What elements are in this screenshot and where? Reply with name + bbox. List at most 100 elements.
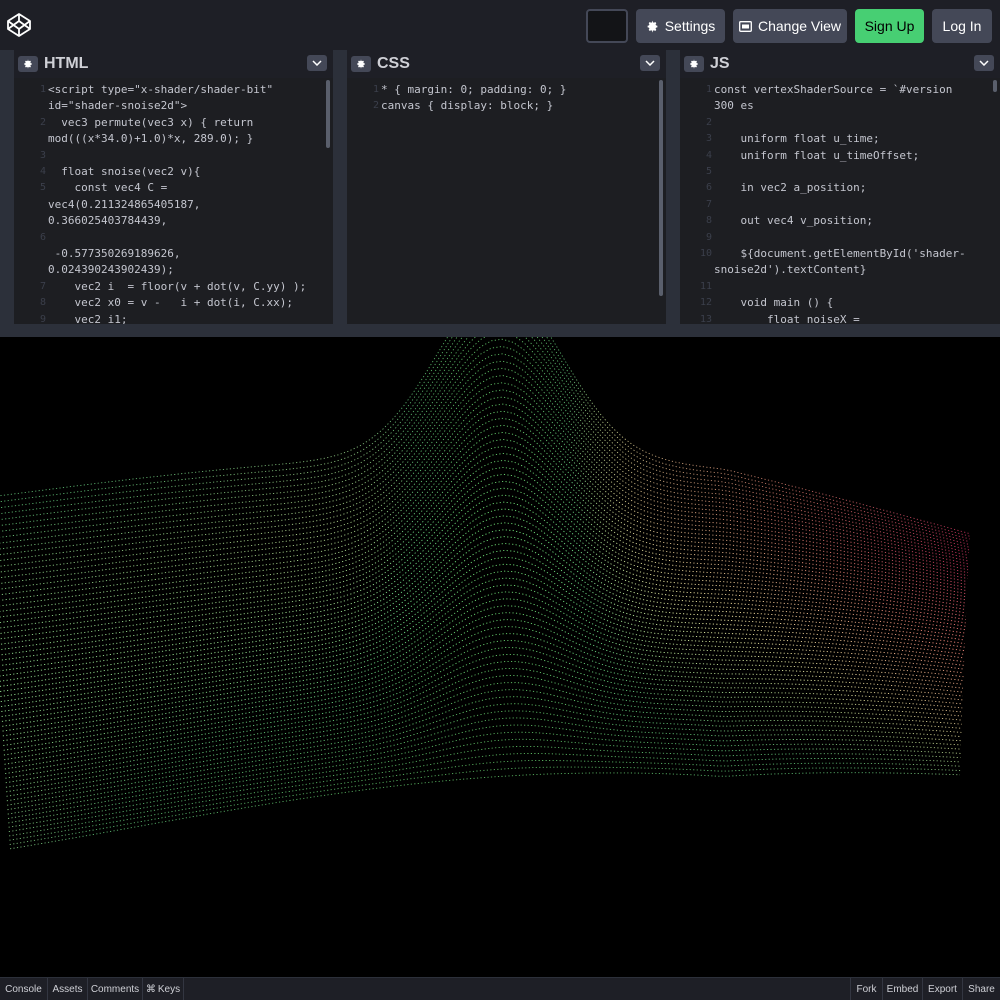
wave-line xyxy=(0,543,965,697)
js-code-line: uniform float u_timeOffset; xyxy=(714,148,920,162)
js-code-line: out vec4 v_position; xyxy=(714,214,873,228)
html-editor-header: HTML xyxy=(14,50,333,78)
js-editor-title: JS xyxy=(710,55,730,72)
avatar-placeholder-button[interactable] xyxy=(586,9,628,43)
wave-line xyxy=(0,438,968,618)
css-scrollbar[interactable] xyxy=(659,80,663,296)
js-code-line: 300 es xyxy=(714,99,754,113)
html-code-line: vec2 x0 = v - i + dot(i, C.xx); xyxy=(48,296,294,310)
html-line-number: 5 xyxy=(39,182,46,194)
keys-label: Keys xyxy=(157,984,181,995)
wave-line xyxy=(0,452,967,629)
html-code-line: 0.024390243902439); xyxy=(48,263,174,277)
css-editor-header: CSS xyxy=(347,50,666,78)
log-in-button[interactable]: Log In xyxy=(932,9,992,43)
wave-line xyxy=(9,766,961,845)
embed-button[interactable]: Embed xyxy=(882,978,922,1000)
wave-line xyxy=(0,459,967,634)
css-settings-gear-icon[interactable] xyxy=(351,56,371,72)
html-line-number: 3 xyxy=(39,149,46,161)
export-label: Export xyxy=(928,984,957,995)
noise-wave-canvas xyxy=(0,337,971,850)
command-key-icon: ⌘ xyxy=(145,984,156,995)
html-settings-gear-icon[interactable] xyxy=(18,56,38,72)
html-editor-panel: HTML 1 <script type="x-shader/shader-bit"… xyxy=(14,50,333,324)
wave-line xyxy=(4,647,963,770)
wave-line xyxy=(0,396,968,584)
result-preview[interactable] xyxy=(0,337,1000,977)
css-code-line: canvas { display: block; } xyxy=(381,99,554,113)
wave-line xyxy=(0,466,967,640)
wave-line xyxy=(5,661,963,779)
js-line-number: 8 xyxy=(705,215,712,227)
js-code-line: ${document.getElementById('shader- xyxy=(714,247,966,260)
export-button[interactable]: Export xyxy=(922,978,962,1000)
js-settings-gear-icon[interactable] xyxy=(684,56,704,72)
html-code-line: -0.577350269189626, xyxy=(48,247,181,260)
js-editor-header: JS xyxy=(680,50,1000,78)
wave-line xyxy=(0,382,969,573)
css-code-line: * { margin: 0; padding: 0; } xyxy=(381,83,567,96)
wave-line xyxy=(0,346,969,556)
wave-line xyxy=(0,556,965,708)
keys-button[interactable]: ⌘ Keys xyxy=(143,978,184,1000)
wave-line xyxy=(7,717,962,815)
js-code-area[interactable]: 1 const vertexShaderSource = `#version 300… xyxy=(680,80,1000,324)
wave-line xyxy=(0,424,968,607)
js-collapse-chevron-down-icon[interactable] xyxy=(974,55,994,71)
wave-line xyxy=(0,403,968,590)
wave-line xyxy=(0,337,971,537)
bottom-toolbar: Console Assets Comments ⌘ Keys Fork Embed… xyxy=(0,977,1000,1000)
html-line-number: 9 xyxy=(39,313,46,324)
wave-line xyxy=(0,508,966,672)
html-code-line: float snoise(vec2 v){ xyxy=(48,165,201,178)
wave-line xyxy=(0,410,968,596)
wave-line xyxy=(8,738,961,828)
html-code-line: vec2 i1; xyxy=(48,312,128,324)
sign-up-label: Sign Up xyxy=(864,18,915,34)
wave-line xyxy=(0,494,966,661)
wave-line xyxy=(1,570,965,717)
html-code-line: vec3 permute(vec3 x) { return xyxy=(48,115,254,129)
html-code-line: 0.366025403784439, xyxy=(48,214,168,228)
wave-line xyxy=(0,337,970,543)
html-code-line: <script type="x-shader/shader-bit" xyxy=(48,83,274,96)
codepen-logo-icon[interactable] xyxy=(6,12,32,38)
html-scrollbar[interactable] xyxy=(326,80,330,148)
html-line-number: 6 xyxy=(39,231,46,243)
html-code-line: id="shader-snoise2d"> xyxy=(48,99,188,113)
change-view-button[interactable]: Change View xyxy=(733,9,847,43)
js-code-line: const vertexShaderSource = `#version xyxy=(714,83,953,96)
wave-line xyxy=(6,689,962,797)
js-line-number: 1 xyxy=(705,84,712,95)
css-code-area[interactable]: 1 * { margin: 0; padding: 0; } 2 canvas { d… xyxy=(347,80,666,324)
wave-line xyxy=(9,760,961,841)
console-button[interactable]: Console xyxy=(0,978,48,1000)
wave-line xyxy=(7,703,962,806)
log-in-label: Log In xyxy=(942,18,982,34)
js-line-number: 3 xyxy=(705,133,712,145)
fork-button[interactable]: Fork xyxy=(850,978,882,1000)
wave-line xyxy=(0,473,967,645)
js-code-line: float noiseX = xyxy=(714,312,860,324)
html-code-area[interactable]: 1 <script type="x-shader/shader-bit" id="s… xyxy=(14,80,333,324)
assets-button[interactable]: Assets xyxy=(48,978,88,1000)
wave-line xyxy=(7,724,962,819)
js-line-number: 9 xyxy=(705,231,712,243)
sign-up-button[interactable]: Sign Up xyxy=(855,9,924,43)
comments-button[interactable]: Comments xyxy=(88,978,143,1000)
css-collapse-chevron-down-icon[interactable] xyxy=(640,55,660,71)
wave-line xyxy=(0,338,970,554)
html-collapse-chevron-down-icon[interactable] xyxy=(307,55,327,71)
comments-label: Comments xyxy=(90,984,140,995)
js-editor-panel: JS 1 const vertexShaderSource = `#version… xyxy=(680,50,1000,324)
html-code-line: vec4(0.211324865405187, xyxy=(48,197,201,211)
wave-line xyxy=(0,375,969,568)
js-scrollbar[interactable] xyxy=(993,80,997,92)
console-label: Console xyxy=(5,984,42,995)
settings-button[interactable]: Settings xyxy=(636,9,725,43)
html-code-line: const vec4 C = xyxy=(48,181,168,195)
wave-line xyxy=(1,577,965,722)
js-code-line: void main () { xyxy=(714,296,834,310)
share-button[interactable]: Share xyxy=(962,978,1000,1000)
